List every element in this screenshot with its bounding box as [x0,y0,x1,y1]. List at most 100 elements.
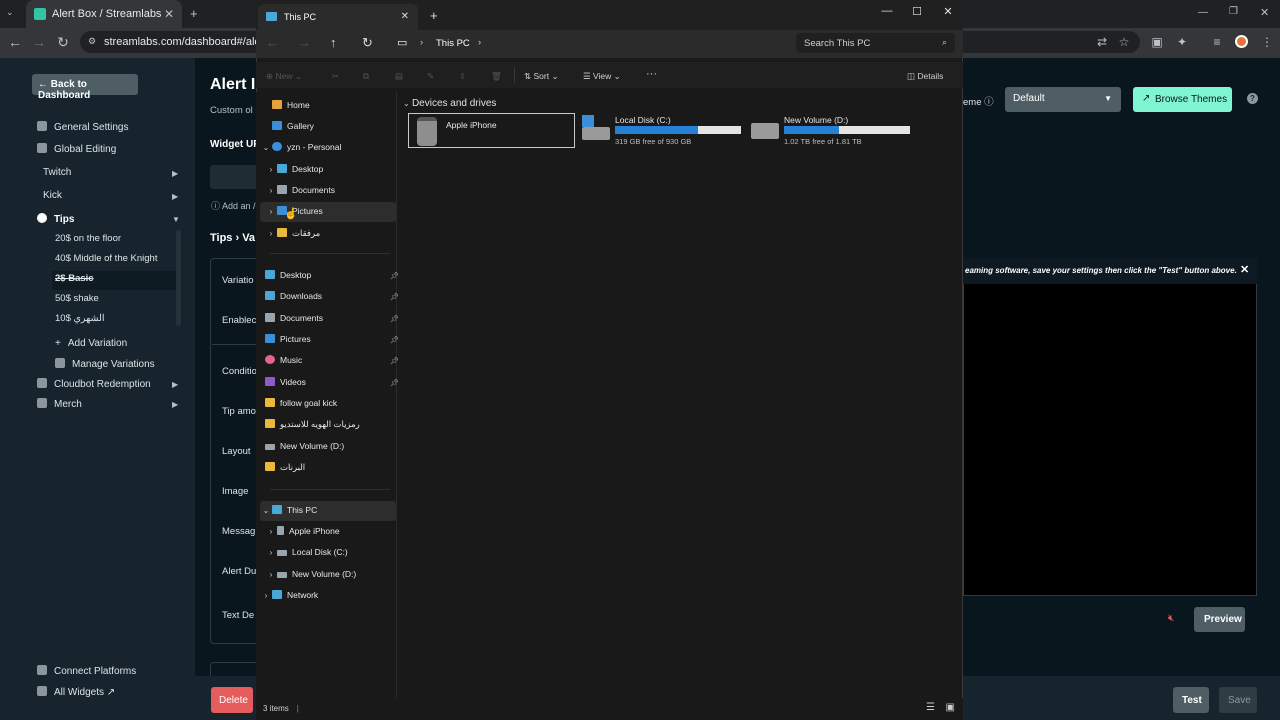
more-options-button[interactable]: ··· [646,68,657,80]
tiles-view-icon[interactable]: ▣ [946,702,955,713]
nav-item-gallery[interactable]: Gallery [260,117,396,137]
profile-avatar[interactable] [1235,35,1248,48]
forward-arrow-icon[interactable]: → [298,35,311,50]
paste-icon[interactable]: ▤ [395,71,403,82]
tip-variation-item[interactable]: 20$ on the floor [55,233,121,244]
sidebar-item-merch[interactable]: Merch [37,398,82,410]
mute-icon[interactable]: 🔇︎ [1168,613,1174,624]
manage-variations-button[interactable]: Manage Variations [55,358,155,370]
puzzle-icon[interactable]: ✦ [1175,35,1189,49]
explorer-search-input[interactable]: Search This PC ⌕ [796,33,955,53]
help-icon[interactable]: ? [1247,93,1258,104]
cut-icon[interactable]: ✂ [332,71,339,82]
widget-url-field[interactable] [210,165,256,189]
nav-item-quick-downloads[interactable]: Downloads 📌︎ [265,287,401,307]
drive-new-volume-d[interactable]: New Volume (D:) 1.02 TB free of 1.81 TB [750,113,914,148]
connect-platforms-link[interactable]: Connect Platforms [37,665,136,677]
explorer-tab[interactable]: This PC ✕ [258,4,418,30]
browse-themes-button[interactable]: ↗ Browse Themes [1133,87,1232,112]
extension-icon[interactable]: ▣ [1150,35,1164,49]
refresh-icon[interactable]: ↻ [362,35,373,51]
sidebar-item-twitch[interactable]: Twitch [43,167,71,178]
nav-item-od-desktop[interactable]: › Desktop [265,160,401,180]
nav-item-quick-desktop[interactable]: Desktop 📌︎ [265,266,401,286]
sidebar-item-global-editing[interactable]: Global Editing [37,143,116,155]
copy-icon[interactable]: ⧉ [363,71,369,82]
preview-button[interactable]: Preview [1194,607,1245,632]
close-window-icon[interactable]: ✕ [940,5,956,18]
reload-icon[interactable]: ↻ [55,34,71,51]
drive-local-disk-c[interactable]: Local Disk (C:) 319 GB free of 930 GB [581,113,745,148]
back-to-dashboard-button[interactable]: ← Back to Dashboard [32,74,138,101]
sort-button[interactable]: ⇅ Sort ⌄ [524,71,559,82]
translate-icon[interactable]: ⇄ [1095,35,1109,49]
chrome-menu-icon[interactable]: ⋮ [1260,35,1274,49]
variations-scrollbar[interactable] [176,230,181,326]
nav-item-pc-local-disk[interactable]: › Local Disk (C:) [265,543,401,563]
theme-select[interactable]: Default ▼ [1005,87,1121,112]
delete-button[interactable]: Delete [211,687,253,713]
new-button[interactable]: ⊕ New ⌄ [266,71,302,82]
all-widgets-link[interactable]: All Widgets ↗ [37,686,115,698]
nav-item-onedrive[interactable]: ⌄ yzn - Personal [260,138,396,158]
chevron-right-icon: › [269,165,273,174]
nav-item-od-documents[interactable]: › Documents [265,181,401,201]
device-apple-iphone[interactable]: Apple iPhone [408,113,575,148]
forward-arrow-icon[interactable]: → [31,34,47,50]
close-tab-icon[interactable]: ✕ [401,11,409,22]
tip-variation-item[interactable]: 40$ Middle of the Knight [55,253,157,264]
details-button[interactable]: ◫ Details [907,71,943,82]
new-tab-icon[interactable]: + [190,6,198,21]
sidebar-item-cloudbot[interactable]: Cloudbot Redemption [37,378,151,390]
maximize-icon[interactable]: ❐ [1229,6,1238,17]
back-arrow-icon[interactable]: ← [7,34,23,50]
browser-tab[interactable]: Alert Box / Streamlabs ✕ [26,0,182,28]
nav-item-quick-new-volume[interactable]: New Volume (D:) [265,437,401,457]
gear-icon [55,358,65,368]
nav-item-quick-arabic-folder-2[interactable]: البرنات [265,458,401,478]
close-tab-icon[interactable]: ✕ [164,7,174,21]
minimize-icon[interactable]: — [1198,7,1208,18]
close-note-icon[interactable]: ✕ [1240,263,1249,276]
tip-variation-item-selected[interactable]: 2$ Basic [52,271,180,290]
nav-item-pc-iphone[interactable]: › Apple iPhone [265,522,401,542]
save-button[interactable]: Save [1219,687,1257,713]
site-info-icon[interactable]: ⚙ [88,36,96,47]
nav-item-pc-new-volume[interactable]: › New Volume (D:) [265,565,401,585]
media-icon[interactable]: ≡ [1210,35,1224,49]
add-variation-button[interactable]: + Add Variation [55,338,127,349]
tab-search-icon[interactable]: ⌄ [6,7,14,18]
details-view-icon[interactable]: ☰ [926,702,935,713]
delete-icon[interactable]: 🗑︎ [491,71,502,82]
nav-item-this-pc[interactable]: ⌄ This PC [260,501,396,521]
nav-item-quick-videos[interactable]: Videos 📌︎ [265,373,401,393]
sidebar-item-kick[interactable]: Kick [43,190,62,201]
nav-item-quick-pictures[interactable]: Pictures 📌︎ [265,330,401,350]
view-button[interactable]: ☰ View ⌄ [583,71,621,82]
tip-variation-item[interactable]: 10$ الشهري [55,313,105,324]
share-icon[interactable]: ⇪ [459,71,466,82]
tip-variation-item[interactable]: 50$ shake [55,293,99,304]
explorer-address-bar[interactable]: ▭ › This PC › [388,33,788,53]
nav-item-quick-arabic-folder[interactable]: رمزيات الهويه للاستديو [265,415,401,435]
devices-and-drives-group[interactable]: ⌄ Devices and drives [403,98,496,109]
bookmark-star-icon[interactable]: ☆ [1117,35,1131,49]
nav-item-quick-music[interactable]: Music 📌︎ [265,351,401,371]
back-arrow-icon[interactable]: ← [266,35,279,50]
up-arrow-icon[interactable]: ↑ [330,35,337,50]
test-button[interactable]: Test [1173,687,1209,713]
nav-item-quick-follow-goal[interactable]: follow goal kick [265,394,401,414]
close-window-icon[interactable]: ✕ [1260,6,1269,19]
nav-item-od-attachments[interactable]: › مرفقات [265,224,401,244]
nav-item-network[interactable]: › Network [260,586,396,606]
rename-icon[interactable]: ✎ [427,71,434,82]
new-tab-icon[interactable]: + [430,8,438,23]
nav-item-od-pictures[interactable]: › Pictures [260,202,396,222]
nav-item-quick-documents[interactable]: Documents 📌︎ [265,309,401,329]
nav-item-home[interactable]: Home [260,96,396,116]
form-label: Conditio [222,366,257,377]
maximize-icon[interactable]: ☐ [909,5,925,18]
sidebar-item-tips[interactable]: Tips [37,213,74,225]
sidebar-item-general-settings[interactable]: General Settings [37,121,129,133]
minimize-icon[interactable]: — [879,5,895,17]
